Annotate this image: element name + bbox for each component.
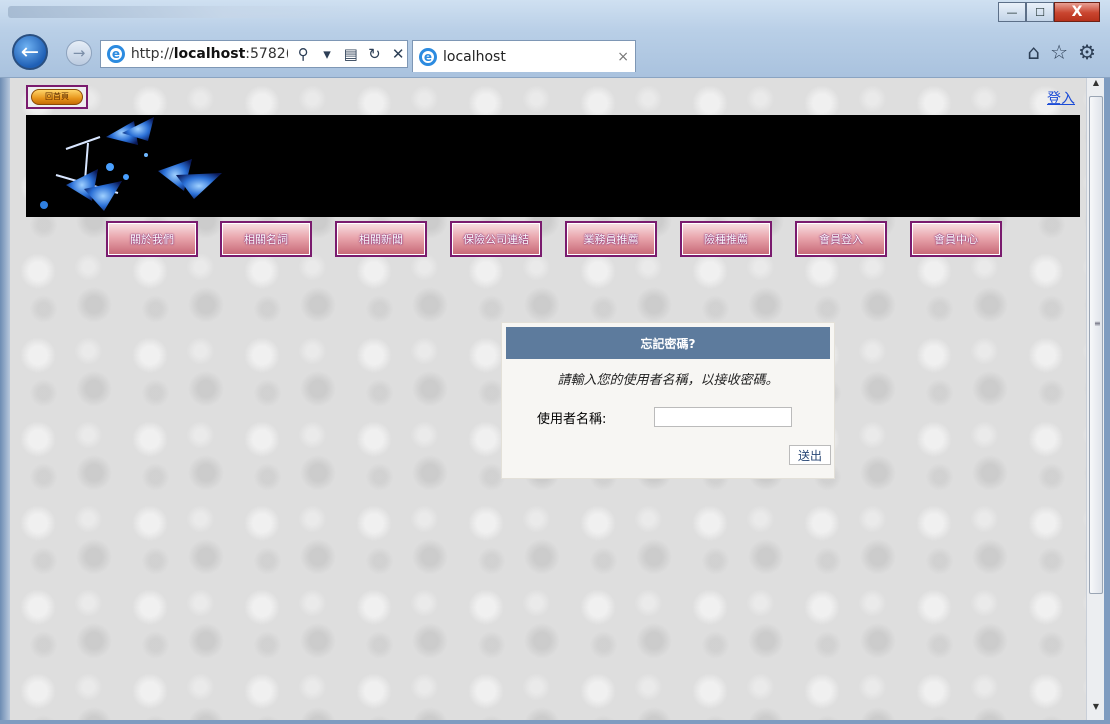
settings-gear-icon[interactable]: ⚙ xyxy=(1078,40,1096,64)
password-recovery-panel: 忘記密碼? 請輸入您的使用者名稱，以接收密碼。 使用者名稱: 送出 xyxy=(501,322,835,479)
username-label: 使用者名稱: xyxy=(537,411,607,427)
home-page-button-label: 回首頁 xyxy=(31,89,83,105)
tab-title: localhost xyxy=(443,48,506,65)
refresh-icon[interactable]: ↻ xyxy=(366,45,384,63)
blue-orb xyxy=(40,201,48,209)
url-host: localhost xyxy=(173,46,246,62)
window-controls: — ☐ X xyxy=(998,2,1100,22)
submit-button[interactable]: 送出 xyxy=(789,445,831,465)
nav-member-login[interactable]: 會員登入 xyxy=(795,221,887,257)
dropdown-icon[interactable]: ▾ xyxy=(318,45,336,63)
maximize-button[interactable]: ☐ xyxy=(1026,2,1054,22)
login-link[interactable]: 登入 xyxy=(1047,88,1075,108)
butterfly-banner-image xyxy=(26,115,1080,217)
nav-insurer-links[interactable]: 保險公司連結 xyxy=(450,221,542,257)
nav-item-label: 相關名詞 xyxy=(222,223,310,255)
browser-toolbar-right: ⌂ ☆ ⚙ xyxy=(1027,40,1096,64)
home-icon[interactable]: ⌂ xyxy=(1027,40,1040,64)
compat-view-icon[interactable]: ▤ xyxy=(342,45,360,63)
home-page-button[interactable]: 回首頁 xyxy=(26,85,88,109)
search-icon[interactable]: ⚲ xyxy=(294,45,312,63)
main-navigation: 關於我們 相關名詞 相關新聞 保險公司連結 業務員推薦 險種推薦 會員登入 會員… xyxy=(106,221,1006,259)
internet-explorer-icon: e xyxy=(419,47,437,66)
tab-close-icon[interactable]: × xyxy=(617,49,629,65)
url-prefix: http:// xyxy=(130,46,174,62)
stop-icon[interactable]: ✕ xyxy=(389,45,407,63)
nav-terms[interactable]: 相關名詞 xyxy=(220,221,312,257)
blue-orb xyxy=(123,174,129,180)
nav-agent-recommend[interactable]: 業務員推薦 xyxy=(565,221,657,257)
url-rest: :5782( xyxy=(245,46,289,62)
password-recovery-instruction: 請輸入您的使用者名稱，以接收密碼。 xyxy=(557,373,779,388)
nav-about-us[interactable]: 關於我們 xyxy=(106,221,198,257)
blue-orb xyxy=(106,163,114,171)
nav-item-label: 險種推薦 xyxy=(682,223,770,255)
internet-explorer-icon: e xyxy=(107,45,125,63)
nav-item-label: 會員中心 xyxy=(912,223,1000,255)
nav-policy-recommend[interactable]: 險種推薦 xyxy=(680,221,772,257)
password-recovery-title: 忘記密碼? xyxy=(506,327,830,359)
nav-item-label: 保險公司連結 xyxy=(452,223,540,255)
page-viewport: 回首頁 登入 關於我們 相關名詞 相關新聞 保險公司連結 業務員推薦 險種推薦 … xyxy=(10,78,1086,720)
nav-item-label: 會員登入 xyxy=(797,223,885,255)
nav-item-label: 關於我們 xyxy=(108,223,196,255)
blue-orb xyxy=(144,153,148,157)
nav-news[interactable]: 相關新聞 xyxy=(335,221,427,257)
nav-item-label: 業務員推薦 xyxy=(567,223,655,255)
browser-chrome: — ☐ X ← → e http://localhost:5782( ⚲ ▾ ▤… xyxy=(0,0,1110,78)
url-text[interactable]: http://localhost:5782( xyxy=(131,46,289,62)
back-arrow-icon[interactable]: ← xyxy=(12,34,48,70)
scroll-grip-icon: ≡ xyxy=(1094,319,1101,328)
address-bar[interactable]: e http://localhost:5782( ⚲ ▾ ▤ ↻ ✕ xyxy=(100,40,408,68)
nav-member-center[interactable]: 會員中心 xyxy=(910,221,1002,257)
nav-item-label: 相關新聞 xyxy=(337,223,425,255)
username-row: 使用者名稱: xyxy=(537,407,792,427)
minimize-button[interactable]: — xyxy=(998,2,1026,22)
scrollbar-thumb[interactable]: ≡ xyxy=(1089,96,1103,594)
forward-arrow-icon[interactable]: → xyxy=(66,40,92,66)
favorites-star-icon[interactable]: ☆ xyxy=(1050,40,1068,64)
scroll-down-icon[interactable]: ▼ xyxy=(1087,702,1105,718)
window-bottom-edge xyxy=(0,720,1110,724)
window-title xyxy=(8,6,368,18)
window-right-edge xyxy=(1104,78,1110,724)
vertical-scrollbar[interactable]: ▲ ≡ ▼ xyxy=(1086,78,1104,720)
close-button[interactable]: X xyxy=(1054,2,1100,22)
username-input[interactable] xyxy=(654,407,792,427)
browser-tab[interactable]: e localhost × xyxy=(412,40,636,72)
butterfly-banner-art xyxy=(40,117,222,211)
scroll-up-icon[interactable]: ▲ xyxy=(1087,78,1105,94)
window-left-edge xyxy=(0,78,10,724)
